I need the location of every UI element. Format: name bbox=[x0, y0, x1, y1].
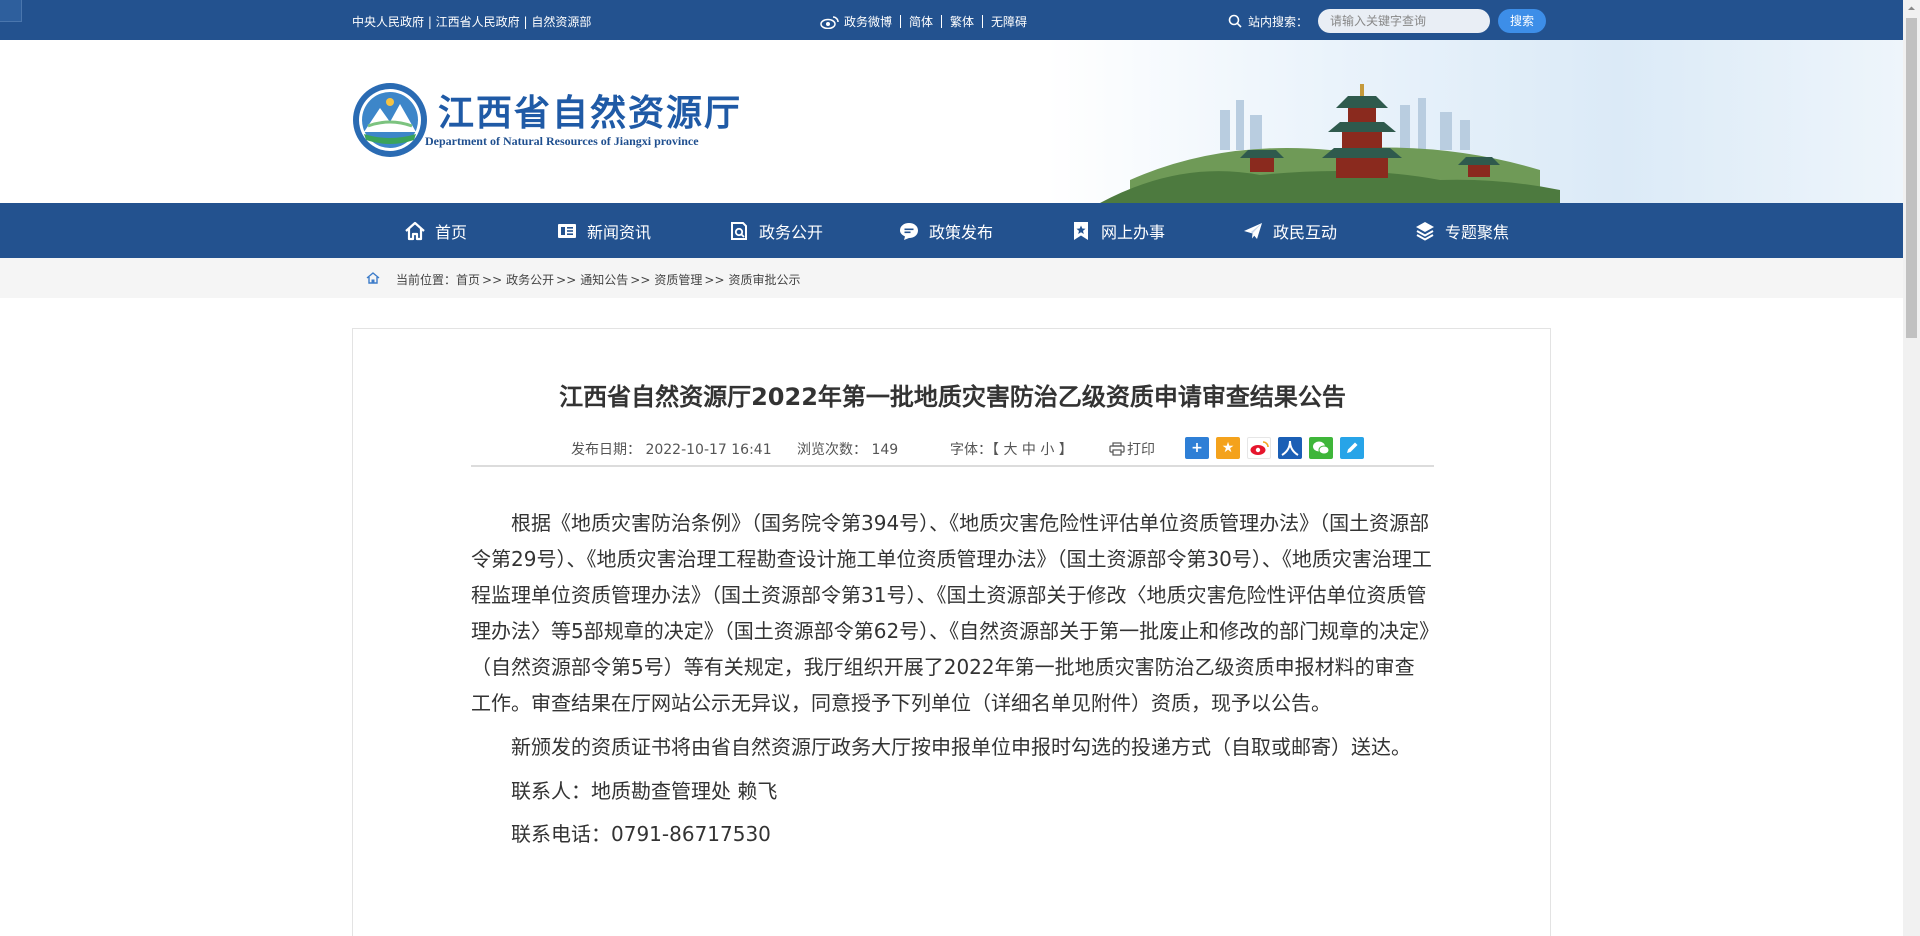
share-weibo-icon[interactable] bbox=[1247, 437, 1271, 459]
pavilion-banner-image bbox=[1100, 84, 1560, 203]
site-header: 江西省自然资源厅 Department of Natural Resources… bbox=[0, 40, 1903, 203]
nav-topics[interactable]: 专题聚焦 bbox=[1414, 203, 1509, 258]
top-links-group: 政务微博 简体 繁体 无障碍 bbox=[820, 13, 1027, 30]
search-input[interactable] bbox=[1318, 9, 1491, 33]
nav-label: 新闻资讯 bbox=[587, 222, 652, 242]
nav-gov-affairs[interactable]: 政务公开 bbox=[728, 203, 823, 258]
search-button[interactable]: 搜索 bbox=[1498, 9, 1547, 33]
divider bbox=[900, 15, 902, 28]
nav-home[interactable]: 首页 bbox=[404, 203, 467, 258]
breadcrumb-trail: 当前位置：首页 >> 政务公开 >> 通知公告 >> 资质管理 >> 资质审批公示 bbox=[396, 271, 801, 288]
share-edit-icon[interactable] bbox=[1340, 437, 1364, 459]
breadcrumb-item[interactable]: 资质审批公示 bbox=[729, 273, 801, 287]
view-count: 浏览次数： 149 bbox=[797, 442, 899, 458]
print-button[interactable]: 打印 bbox=[1109, 439, 1155, 459]
site-title[interactable]: 江西省自然资源厅 bbox=[438, 84, 742, 136]
nav-policy[interactable]: 政策发布 bbox=[898, 203, 993, 258]
breadcrumb-separator: >> bbox=[482, 273, 503, 287]
nav-label: 政策发布 bbox=[929, 222, 994, 242]
contact-phone: 联系电话：0791-86717530 bbox=[511, 822, 771, 846]
share-renren-icon[interactable] bbox=[1278, 437, 1302, 459]
nav-label: 政务公开 bbox=[759, 222, 824, 242]
print-label: 打印 bbox=[1127, 442, 1155, 458]
traditional-link[interactable]: 繁体 bbox=[950, 13, 974, 30]
nav-label: 网上办事 bbox=[1101, 222, 1166, 242]
weibo-link[interactable]: 政务微博 bbox=[844, 13, 892, 30]
printer-icon bbox=[1109, 442, 1125, 456]
share-qzone-icon[interactable]: ★ bbox=[1216, 437, 1240, 459]
breadcrumb-item[interactable]: 资质管理 bbox=[654, 273, 702, 287]
home-icon bbox=[366, 272, 380, 284]
share-more-icon[interactable]: + bbox=[1185, 437, 1209, 459]
breadcrumb-separator: >> bbox=[556, 273, 577, 287]
main-nav: 首页 新闻资讯 政务公开 政策发布 网上办事 政民互动 专题聚焦 bbox=[0, 203, 1903, 258]
nav-label: 专题聚焦 bbox=[1445, 222, 1510, 242]
scrollbar-thumb[interactable] bbox=[1906, 18, 1917, 338]
nav-label: 政民互动 bbox=[1273, 222, 1338, 242]
gov-links[interactable]: 中央人民政府 | 江西省人民政府 | 自然资源部 bbox=[352, 13, 591, 30]
home-icon bbox=[405, 221, 425, 240]
simplified-link[interactable]: 简体 bbox=[909, 13, 933, 30]
department-logo[interactable] bbox=[352, 82, 428, 158]
nav-news[interactable]: 新闻资讯 bbox=[556, 203, 651, 258]
article-body: 根据《地质灾害防治条例》（国务院令第394号）、《地质灾害危险性评估单位资质管理… bbox=[471, 505, 1434, 859]
breadcrumb-separator: >> bbox=[630, 273, 651, 287]
breadcrumb-separator: >> bbox=[704, 273, 725, 287]
breadcrumb-item[interactable]: 政务公开 bbox=[506, 273, 554, 287]
article-paragraph: 新颁发的资质证书将由省自然资源厅政务大厅按申报单位申报时勾选的投递方式（自取或邮… bbox=[511, 735, 1411, 759]
top-bar: 中央人民政府 | 江西省人民政府 | 自然资源部 政务微博 简体 繁体 无障碍 … bbox=[0, 0, 1903, 40]
share-wechat-icon[interactable] bbox=[1309, 437, 1333, 459]
nav-online-service[interactable]: 网上办事 bbox=[1070, 203, 1165, 258]
accessibility-link[interactable]: 无障碍 bbox=[991, 13, 1027, 30]
paper-plane-icon bbox=[1244, 222, 1262, 239]
divider bbox=[941, 15, 943, 28]
scroll-up-arrow-icon[interactable] bbox=[1903, 0, 1920, 17]
document-search-icon bbox=[731, 221, 747, 240]
search-label: 站内搜索： bbox=[1248, 14, 1309, 29]
share-bar: + ★ bbox=[1185, 437, 1371, 459]
article-paragraph: 根据《地质灾害防治条例》（国务院令第394号）、《地质灾害危险性评估单位资质管理… bbox=[471, 511, 1432, 715]
newspaper-icon bbox=[558, 223, 576, 238]
nav-interaction[interactable]: 政民互动 bbox=[1242, 203, 1337, 258]
article-meta: 发布日期： 2022-10-17 16:41 浏览次数： 149 字体：【 大 … bbox=[353, 437, 1552, 459]
publish-date: 发布日期： 2022-10-17 16:41 bbox=[571, 442, 772, 458]
chat-icon bbox=[900, 222, 918, 240]
breadcrumb-prefix: 当前位置： bbox=[396, 273, 457, 287]
breadcrumb-item[interactable]: 通知公告 bbox=[580, 273, 628, 287]
font-size-switcher[interactable]: 字体：【 大 中 小 】 bbox=[950, 439, 1073, 459]
contact-person: 联系人：地质勘查管理处 赖飞 bbox=[511, 779, 778, 803]
article-title: 江西省自然资源厅2022年第一批地质灾害防治乙级资质申请审查结果公告 bbox=[559, 383, 1346, 411]
nav-label: 首页 bbox=[435, 222, 468, 242]
breadcrumb-item[interactable]: 首页 bbox=[456, 273, 480, 287]
site-search: 站内搜索： 搜索 bbox=[1228, 9, 1547, 33]
breadcrumb: 当前位置：首页 >> 政务公开 >> 通知公告 >> 资质管理 >> 资质审批公示 bbox=[0, 258, 1903, 298]
divider bbox=[982, 15, 984, 28]
layers-icon bbox=[1416, 221, 1434, 241]
site-subtitle: Department of Natural Resources of Jiang… bbox=[425, 134, 699, 148]
article-card: 江西省自然资源厅2022年第一批地质灾害防治乙级资质申请审查结果公告 发布日期：… bbox=[352, 328, 1551, 936]
bookmark-star-icon bbox=[1074, 221, 1088, 240]
search-icon bbox=[1228, 14, 1242, 28]
title-divider bbox=[471, 465, 1434, 467]
corner-widget[interactable] bbox=[0, 0, 22, 22]
page-scrollbar[interactable] bbox=[1903, 0, 1920, 936]
weibo-icon[interactable] bbox=[820, 15, 840, 29]
